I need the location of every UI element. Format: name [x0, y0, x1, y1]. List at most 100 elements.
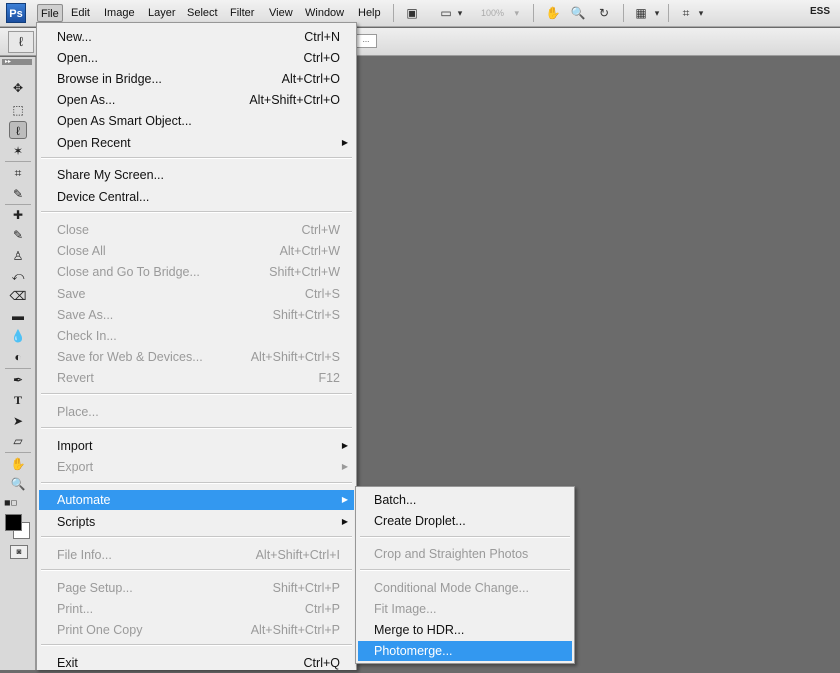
menu-item-save-as: Save As... Shift+Ctrl+S: [39, 305, 354, 325]
tools-separator: [5, 204, 31, 205]
menu-item-label: Automate: [57, 493, 111, 507]
menu-file[interactable]: File: [37, 4, 63, 22]
menu-item-label: Open...: [57, 51, 98, 65]
menu-edit[interactable]: Edit: [68, 4, 93, 22]
menu-image[interactable]: Image: [101, 4, 138, 22]
shape-tool-icon[interactable]: ▱: [9, 432, 27, 450]
submenu-arrow-icon: ▶: [341, 441, 348, 450]
menu-item-label: Save As...: [57, 308, 114, 322]
extras-dropdown-icon[interactable]: ▾: [696, 3, 706, 23]
menu-item-shortcut: Alt+Shift+Ctrl+S: [250, 350, 340, 364]
eraser-tool-icon[interactable]: ⌫: [9, 287, 27, 305]
menu-item-create-droplet[interactable]: Create Droplet...: [358, 511, 572, 531]
healing-brush-tool-icon[interactable]: ✚: [9, 206, 27, 224]
zoom-icon[interactable]: 🔍: [568, 3, 588, 23]
menu-item-open-as-smart-object[interactable]: Open As Smart Object...: [39, 111, 354, 131]
clone-stamp-tool-icon[interactable]: ♙: [9, 247, 27, 265]
menu-help[interactable]: Help: [355, 4, 384, 22]
menu-item-import[interactable]: Import ▶: [39, 436, 354, 456]
menu-item-save-for-web: Save for Web & Devices... Alt+Shift+Ctrl+…: [39, 347, 354, 367]
hand-icon[interactable]: ✋: [543, 3, 563, 23]
menu-item-label: Device Central...: [57, 190, 150, 204]
rotate-view-icon[interactable]: ↻: [594, 3, 614, 23]
screen-mode-dropdown-icon[interactable]: ▾: [455, 3, 465, 23]
menu-item-open-as[interactable]: Open As... Alt+Shift+Ctrl+O: [39, 90, 354, 110]
type-tool-icon[interactable]: T: [9, 391, 27, 409]
menu-item-open-recent[interactable]: Open Recent ▶: [39, 133, 354, 153]
crop-tool-icon[interactable]: ⌗: [9, 164, 27, 182]
bridge-icon[interactable]: ▣: [402, 3, 422, 23]
menu-item-merge-to-hdr[interactable]: Merge to HDR...: [358, 620, 572, 640]
menu-item-label: Exit: [57, 656, 78, 670]
menu-item-automate[interactable]: Automate ▶: [39, 490, 354, 510]
arrange-documents-icon[interactable]: ▦: [631, 3, 651, 23]
menu-item-label: Close All: [57, 244, 106, 258]
brush-tool-icon[interactable]: ✎: [9, 226, 27, 244]
gradient-tool-icon[interactable]: ▬: [9, 307, 27, 325]
toolbar-separator: [393, 4, 394, 22]
tools-separator: [5, 368, 31, 369]
lasso-icon[interactable]: ℓ: [8, 31, 34, 53]
menu-item-batch[interactable]: Batch...: [358, 490, 572, 510]
lasso-tool-icon[interactable]: ℓ: [9, 121, 27, 139]
menu-select[interactable]: Select: [184, 4, 221, 22]
menu-item-shortcut: Ctrl+W: [301, 223, 340, 237]
eyedropper-tool-icon[interactable]: ✎: [9, 185, 27, 203]
menu-item-shortcut: Shift+Ctrl+P: [272, 581, 340, 595]
menu-item-label: Scripts: [57, 515, 96, 529]
automate-submenu: Batch... Create Droplet... Crop and Stra…: [355, 486, 575, 664]
menu-item-close-and-go-to-bridge: Close and Go To Bridge... Shift+Ctrl+W: [39, 262, 354, 282]
menu-item-label: Print...: [57, 602, 94, 616]
blur-tool-icon[interactable]: 💧: [9, 327, 27, 345]
workspace-switcher[interactable]: ESS: [810, 6, 830, 17]
menu-item-open[interactable]: Open... Ctrl+O: [39, 48, 354, 68]
menu-item-exit[interactable]: Exit Ctrl+Q: [39, 653, 354, 673]
quick-mask-icon[interactable]: ◙: [10, 545, 28, 559]
zoom-level-field[interactable]: 100% ▾: [475, 5, 523, 21]
default-colors-icon[interactable]: ◼◻: [4, 498, 17, 507]
menu-item-crop-and-straighten: Crop and Straighten Photos: [358, 544, 572, 564]
magic-wand-tool-icon[interactable]: ✶: [9, 142, 27, 160]
menu-item-device-central[interactable]: Device Central...: [39, 187, 354, 207]
menu-item-place: Place...: [39, 402, 354, 422]
menu-item-label: Share My Screen...: [57, 168, 164, 182]
refine-edge-button[interactable]: ...: [355, 34, 377, 48]
submenu-arrow-icon: ▶: [341, 138, 348, 147]
menu-window[interactable]: Window: [302, 4, 347, 22]
extras-icon[interactable]: ⌗: [676, 3, 696, 23]
menu-layer[interactable]: Layer: [145, 4, 179, 22]
menu-item-label: Conditional Mode Change...: [374, 581, 529, 595]
history-brush-tool-icon[interactable]: ⤺: [9, 267, 27, 285]
menu-item-print-one-copy: Print One Copy Alt+Shift+Ctrl+P: [39, 620, 354, 640]
menu-item-share-my-screen[interactable]: Share My Screen...: [39, 165, 354, 185]
menu-item-scripts[interactable]: Scripts ▶: [39, 512, 354, 532]
menu-item-new[interactable]: New... Ctrl+N: [39, 27, 354, 47]
pen-tool-icon[interactable]: ✒: [9, 371, 27, 389]
menu-separator: [360, 536, 570, 538]
menu-item-label: New...: [57, 30, 92, 44]
menu-item-photomerge[interactable]: Photomerge...: [358, 641, 572, 661]
menu-item-browse-in-bridge[interactable]: Browse in Bridge... Alt+Ctrl+O: [39, 69, 354, 89]
menu-item-shortcut: Ctrl+P: [304, 602, 340, 616]
move-tool-icon[interactable]: ✥: [9, 79, 27, 97]
menu-filter[interactable]: Filter: [227, 4, 257, 22]
menu-separator: [41, 482, 352, 484]
hand-tool-icon[interactable]: ✋: [9, 455, 27, 473]
tools-panel: ▸▸ ✥ ⬚ ℓ ✶ ⌗ ✎ ✚ ✎ ♙ ⤺ ⌫ ▬ 💧 ◐ ✒ T ➤ ▱ ✋…: [0, 57, 36, 670]
menu-item-label: Page Setup...: [57, 581, 133, 595]
foreground-color-swatch[interactable]: [5, 514, 22, 531]
marquee-tool-icon[interactable]: ⬚: [9, 101, 27, 119]
photoshop-logo: Ps: [6, 3, 26, 23]
path-selection-tool-icon[interactable]: ➤: [9, 412, 27, 430]
toolbar-separator: [533, 4, 534, 22]
tools-panel-grip[interactable]: ▸▸: [2, 59, 32, 65]
zoom-tool-icon[interactable]: 🔍: [9, 475, 27, 493]
dodge-tool-icon[interactable]: ◐: [9, 348, 27, 366]
submenu-arrow-icon: ▶: [341, 495, 348, 504]
submenu-arrow-icon: ▶: [341, 517, 348, 526]
menu-item-label: Import: [57, 439, 93, 453]
screen-mode-icon[interactable]: ▭: [436, 3, 456, 23]
menu-view[interactable]: View: [266, 4, 296, 22]
arrange-dropdown-icon[interactable]: ▾: [652, 3, 662, 23]
menu-separator: [41, 157, 352, 159]
